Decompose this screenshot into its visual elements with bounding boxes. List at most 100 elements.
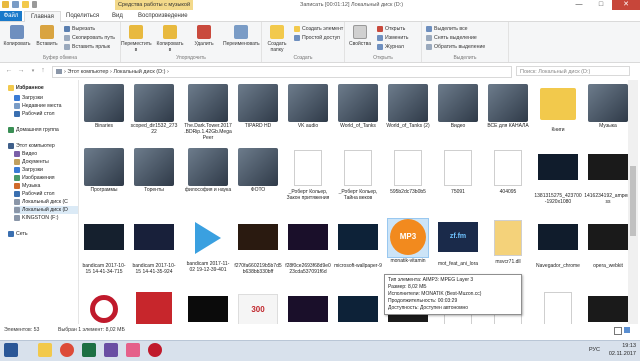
paste-shortcut-button[interactable]: Вставить ярлык [64, 43, 110, 51]
new-folder-button[interactable]: Создать папку [262, 25, 292, 53]
file-item[interactable]: bandicam 2017-11-02 19-12-39-401 [184, 218, 232, 273]
excel-icon[interactable] [82, 343, 96, 357]
file-item[interactable]: 404095 [484, 148, 532, 195]
file-item[interactable]: bandicam 2017-10-15 14-41-34-715 [80, 218, 128, 275]
tab-share[interactable]: Поделиться [60, 11, 105, 21]
clock-time[interactable]: 19:13 [609, 342, 636, 350]
file-item[interactable]: 300 [234, 290, 282, 324]
back-button[interactable]: ← [4, 66, 14, 76]
file-item[interactable]: The.Dark.Tower.2017.BDRip.1.42Gb.MegaPee… [184, 84, 232, 141]
nav-item[interactable]: KINGSTON (F:) [14, 214, 59, 222]
file-item[interactable] [334, 290, 382, 324]
file-item[interactable]: ВСЕ для КАНАЛА [484, 84, 532, 129]
copy-path-button[interactable]: Скопировать путь [64, 34, 115, 42]
file-item[interactable]: Книги [534, 84, 582, 133]
rename-button[interactable]: Переименовать [223, 25, 260, 47]
file-item[interactable]: Программы [80, 148, 128, 193]
file-item[interactable]: opera_webkit [584, 218, 628, 269]
history-button[interactable]: Журнал [377, 43, 404, 51]
opera-icon[interactable] [148, 343, 162, 357]
file-item[interactable] [534, 290, 582, 324]
file-item[interactable]: 1416234192_ampeross [584, 148, 628, 205]
language-indicator[interactable]: РУС [589, 347, 600, 353]
nav-item[interactable]: Загрузки [14, 94, 43, 102]
easy-access-button[interactable]: Простой доступ [294, 34, 340, 42]
nav-item[interactable]: Рабочий стол [14, 190, 55, 198]
file-item[interactable] [584, 290, 628, 324]
tab-home[interactable]: Главная [24, 11, 61, 22]
nav-item[interactable]: Домашняя группа [8, 126, 59, 134]
context-tab-music-tools[interactable]: Средства работы с музыкой [115, 0, 193, 10]
search-input[interactable]: Поиск: Локальный диск (D:) [516, 66, 630, 76]
delete-button[interactable]: Удалить [189, 25, 219, 47]
file-item[interactable]: 75091 [434, 148, 482, 195]
scrollbar-thumb[interactable] [630, 166, 636, 236]
nav-item[interactable]: Сеть [8, 230, 28, 238]
minimize-button[interactable]: — [568, 0, 590, 10]
address-bar[interactable]: › Этот компьютер › Локальный диск (D:) › [52, 66, 512, 78]
large-icons-view-icon[interactable] [624, 327, 630, 333]
dropdown-arrow-icon[interactable] [32, 1, 37, 8]
select-none-button[interactable]: Снять выделение [426, 34, 477, 42]
file-item[interactable]: 595b2dc73b0b5 [384, 148, 432, 195]
file-item[interactable]: f28f0ce2693f68d9e023cda537091f6d [284, 218, 332, 275]
file-item[interactable] [284, 290, 332, 324]
nav-item[interactable]: Избранное [8, 84, 44, 92]
properties-icon[interactable] [12, 1, 19, 8]
nav-item[interactable]: Недавние места [14, 102, 62, 110]
explorer-icon[interactable] [38, 343, 52, 357]
file-item[interactable]: zf.fm mot_feat_ani_lora [434, 218, 482, 267]
edit-button[interactable]: Изменить [377, 34, 408, 42]
file-item[interactable]: философия и наука [184, 148, 232, 193]
nav-item[interactable]: Загрузки [14, 166, 43, 174]
file-item[interactable]: Музыка [584, 84, 628, 129]
cut-button[interactable]: Вырезать [64, 25, 95, 33]
move-to-button[interactable]: Переместить в [121, 25, 152, 53]
start-button[interactable] [4, 343, 18, 357]
new-folder-icon[interactable] [22, 1, 29, 8]
nav-item[interactable]: Локальный диск (D [14, 206, 78, 214]
file-item[interactable]: _Роберт Кольер, Закон притяжения [284, 148, 332, 201]
clock-date[interactable]: 02.11.2017 [609, 350, 636, 358]
nav-item[interactable]: Этот компьютер [8, 142, 55, 150]
tab-playback[interactable]: Воспроизведение [132, 11, 194, 21]
copy-to-button[interactable]: Копировать в [155, 25, 185, 53]
file-item[interactable]: 1381315275_423700-1920x1080 [534, 148, 582, 205]
select-all-button[interactable]: Выделить все [426, 25, 468, 33]
forward-button[interactable]: → [16, 66, 26, 76]
file-item[interactable]: World_of_Tanks [334, 84, 382, 129]
nav-item[interactable]: Локальный диск (C [14, 198, 68, 206]
tab-file[interactable]: Файл [0, 11, 22, 21]
file-item[interactable]: msvcr71.dll [484, 218, 532, 265]
app-icon[interactable] [126, 343, 140, 357]
file-item[interactable]: World_of_Tanks (2) [384, 84, 432, 129]
file-item[interactable]: MP3 monatik-vitamin [384, 218, 432, 264]
maximize-button[interactable]: □ [590, 0, 612, 10]
nav-item[interactable]: Видео [14, 150, 37, 158]
close-button[interactable]: ✕ [612, 0, 640, 10]
tab-view[interactable]: Вид [106, 11, 129, 21]
new-item-button[interactable]: Создать элемент [294, 25, 343, 33]
nav-item[interactable]: Изображения [14, 174, 55, 182]
file-item[interactable]: _Роберт Кольер, Тайна веков [334, 148, 382, 201]
up-button[interactable]: ↑ [38, 66, 48, 76]
copy-button[interactable]: Копировать [2, 25, 32, 47]
file-item[interactable]: VK audio [284, 84, 332, 129]
invert-selection-button[interactable]: Обратить выделение [426, 43, 485, 51]
details-view-icon[interactable] [614, 327, 622, 335]
file-item[interactable]: Торенты [130, 148, 178, 193]
file-item[interactable]: Navegador_chrome [534, 218, 582, 269]
chrome-icon[interactable] [60, 343, 74, 357]
file-item[interactable]: microsoft-wallpaper-9 [334, 218, 382, 269]
file-item[interactable] [184, 290, 232, 324]
folder-icon[interactable] [2, 1, 9, 8]
file-item[interactable]: scoped_dir1532_27322 [130, 84, 178, 135]
file-item[interactable]: TIPARD HD [234, 84, 282, 129]
media-player-icon[interactable] [104, 343, 118, 357]
nav-item[interactable]: Рабочий стол [14, 110, 55, 118]
nav-item[interactable]: Документы [14, 158, 49, 166]
file-item[interactable]: Видео [434, 84, 482, 129]
vertical-scrollbar[interactable] [628, 80, 638, 324]
paste-button[interactable]: Вставить [32, 25, 62, 47]
file-item[interactable] [130, 290, 178, 324]
